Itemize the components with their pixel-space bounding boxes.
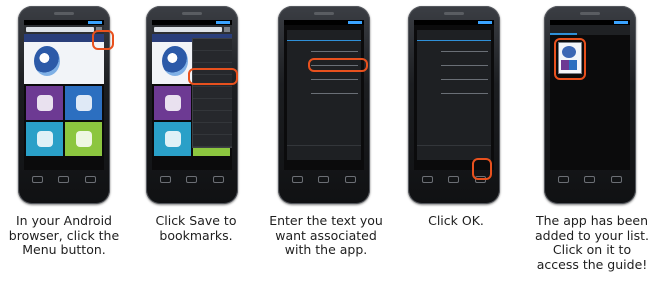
add-bookmark-screen bbox=[284, 20, 364, 170]
cancel-button[interactable] bbox=[417, 146, 454, 160]
save-bookmark-highlight bbox=[188, 68, 238, 85]
menu-item[interactable] bbox=[193, 135, 232, 147]
label-row bbox=[417, 41, 491, 55]
step-2: Click Save to bookmarks. bbox=[136, 0, 256, 296]
browser-menu-screen bbox=[152, 20, 232, 170]
folder-select[interactable] bbox=[441, 87, 488, 94]
phone-4 bbox=[408, 6, 500, 204]
phone-2 bbox=[146, 6, 238, 204]
site-tiles bbox=[24, 84, 104, 158]
site-tile[interactable] bbox=[26, 86, 63, 120]
menu-icon[interactable] bbox=[224, 27, 230, 32]
account-row bbox=[417, 69, 491, 83]
ok-button[interactable] bbox=[324, 146, 361, 160]
menu-item[interactable] bbox=[193, 51, 232, 63]
site-tile[interactable] bbox=[154, 86, 191, 120]
label-field-highlight bbox=[308, 58, 368, 72]
site-tile[interactable] bbox=[26, 122, 63, 156]
menu-item[interactable] bbox=[193, 111, 232, 123]
bookmark-highlight bbox=[554, 38, 586, 80]
step-4: Click OK. bbox=[396, 0, 516, 296]
ok-button-highlight bbox=[472, 158, 492, 180]
dialog-title bbox=[287, 30, 361, 41]
menu-item[interactable] bbox=[193, 87, 232, 99]
add-bookmark-screen bbox=[414, 20, 494, 170]
address-row bbox=[417, 55, 491, 69]
url-field[interactable] bbox=[26, 27, 94, 32]
step-5-caption: The app has been added to your list. Cli… bbox=[534, 213, 650, 272]
menu-button-highlight bbox=[92, 30, 114, 50]
tab-bookmarks[interactable] bbox=[550, 25, 577, 35]
browser-url-bar[interactable] bbox=[152, 25, 232, 34]
site-tile[interactable] bbox=[65, 122, 102, 156]
earpiece bbox=[314, 12, 334, 15]
site-tile[interactable] bbox=[154, 122, 191, 156]
site-hero bbox=[24, 42, 104, 84]
earpiece bbox=[580, 12, 600, 15]
step-3: Enter the text you want associated with … bbox=[266, 0, 386, 296]
step-1-caption: In your Android browser, click the Menu … bbox=[8, 213, 120, 257]
bookmarks-tabs bbox=[550, 25, 630, 35]
nav-bar bbox=[550, 172, 630, 186]
menu-item[interactable] bbox=[193, 123, 232, 135]
folder-select[interactable] bbox=[311, 87, 358, 94]
tab-history[interactable] bbox=[577, 25, 604, 35]
nav-bar bbox=[284, 172, 364, 186]
step-2-caption: Click Save to bookmarks. bbox=[155, 213, 237, 243]
phone-1 bbox=[18, 6, 114, 204]
label-row bbox=[287, 41, 361, 55]
nav-bar bbox=[152, 172, 232, 186]
dialog-title bbox=[417, 30, 491, 41]
tab-saved[interactable] bbox=[603, 25, 630, 35]
browser-menu bbox=[192, 38, 232, 148]
earpiece bbox=[444, 12, 464, 15]
folder-row bbox=[417, 83, 491, 97]
puzzle-logo-icon bbox=[34, 46, 60, 76]
menu-item[interactable] bbox=[193, 99, 232, 111]
phone-5 bbox=[544, 6, 636, 204]
status-bar bbox=[414, 20, 494, 25]
folder-row bbox=[287, 83, 361, 97]
menu-item[interactable] bbox=[193, 39, 232, 51]
account-select[interactable] bbox=[441, 73, 488, 80]
dialog-buttons bbox=[287, 145, 361, 160]
url-field[interactable] bbox=[154, 27, 222, 32]
site-tile[interactable] bbox=[65, 86, 102, 120]
earpiece bbox=[182, 12, 202, 15]
puzzle-logo-icon bbox=[162, 46, 188, 76]
cancel-button[interactable] bbox=[287, 146, 324, 160]
add-bookmark-dialog bbox=[287, 30, 361, 160]
step-4-caption: Click OK. bbox=[428, 213, 484, 228]
step-1: In your Android browser, click the Menu … bbox=[4, 0, 124, 296]
earpiece bbox=[54, 12, 74, 15]
address-field[interactable] bbox=[441, 59, 488, 66]
status-bar bbox=[284, 20, 364, 25]
phone-3 bbox=[278, 6, 370, 204]
add-bookmark-dialog bbox=[417, 30, 491, 160]
label-field[interactable] bbox=[311, 45, 358, 52]
nav-bar bbox=[24, 172, 104, 186]
label-field[interactable] bbox=[441, 45, 488, 52]
step-3-caption: Enter the text you want associated with … bbox=[269, 213, 383, 257]
account-select[interactable] bbox=[311, 73, 358, 80]
step-5: The app has been added to your list. Cli… bbox=[532, 0, 652, 296]
